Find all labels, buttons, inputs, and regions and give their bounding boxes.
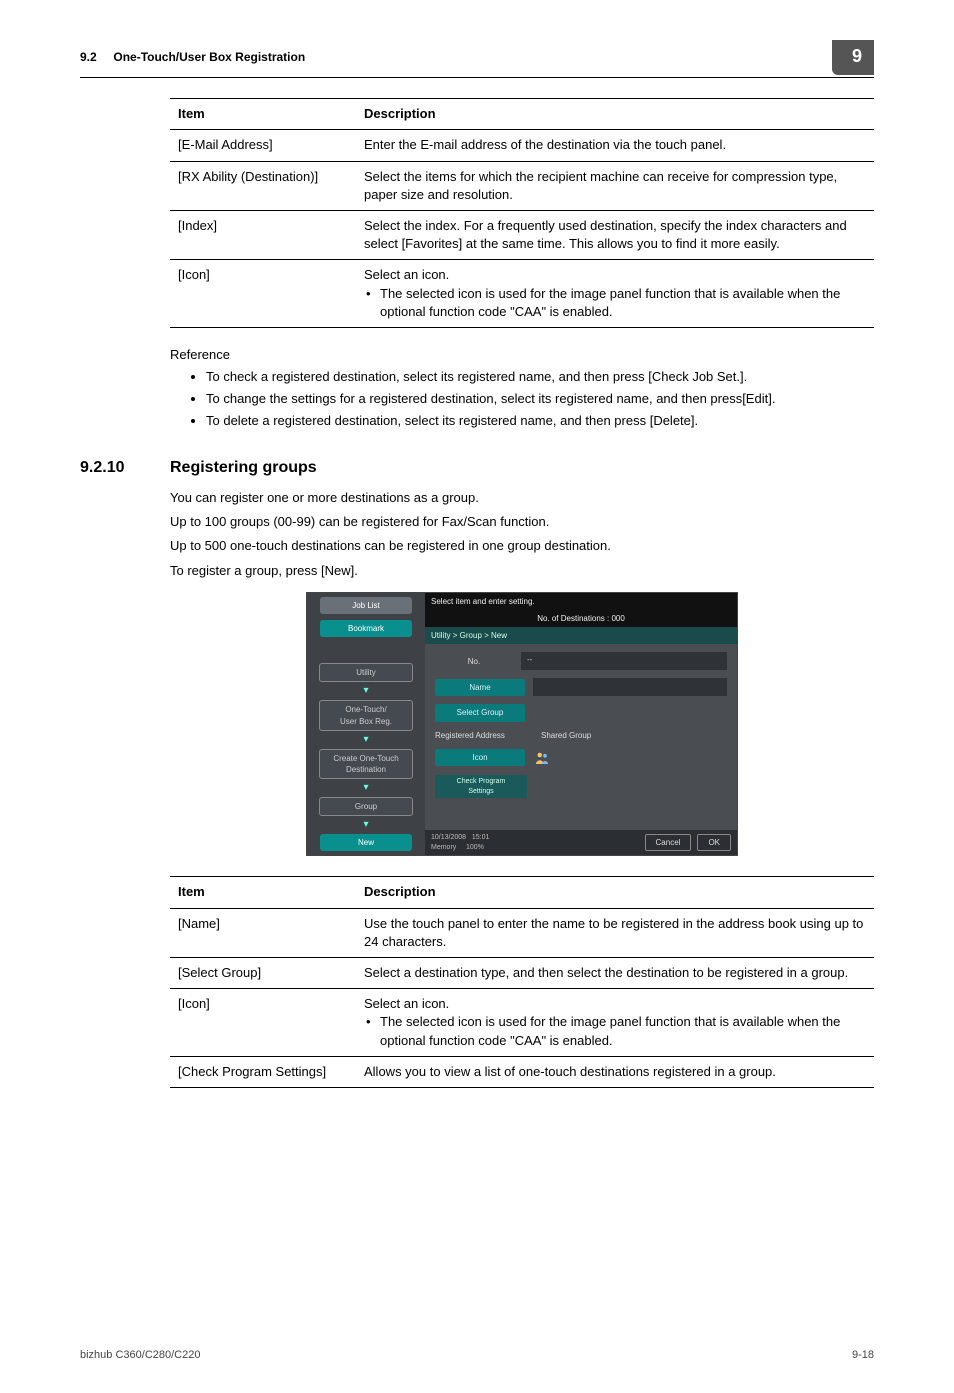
ok-button[interactable]: OK <box>697 834 731 851</box>
icon-button[interactable]: Icon <box>435 749 525 766</box>
check-program-settings-button[interactable]: Check Program Settings <box>435 775 527 799</box>
tab-new[interactable]: New <box>320 834 412 851</box>
section-heading: 9.2.10 Registering groups <box>80 457 874 479</box>
table-items-1: Item Description [E-Mail Address] Enter … <box>170 98 874 328</box>
para: Up to 500 one-touch destinations can be … <box>170 537 874 555</box>
table2-head-item: Item <box>170 877 356 908</box>
table2-head-desc: Description <box>356 877 874 908</box>
footer-page: 9-18 <box>852 1348 874 1363</box>
chevron-down-icon: ▾ <box>363 822 368 828</box>
cancel-button[interactable]: Cancel <box>645 834 692 851</box>
registered-address-label: Registered Address <box>435 730 533 741</box>
chapter-badge: 9 <box>832 40 874 75</box>
table-items-2: Item Description [Name] Use the touch pa… <box>170 876 874 1088</box>
table-row: [Check Program Settings] Allows you to v… <box>170 1056 874 1087</box>
cell-item: [Name] <box>170 908 356 957</box>
page-header: 9.2 One-Touch/User Box Registration 9 <box>80 40 874 78</box>
pane-instruction: Select item and enter setting. <box>425 593 737 610</box>
footer-info: 10/13/2008 15:01 Memory 100% <box>431 833 489 853</box>
list-item: To change the settings for a registered … <box>206 390 874 408</box>
section-title: Registering groups <box>170 457 317 479</box>
pane-dest-count: No. of Destinations : 000 <box>425 610 737 627</box>
cell-bullet: The selected icon is used for the image … <box>364 285 866 321</box>
cell-desc: Select an icon. The selected icon is use… <box>356 260 874 328</box>
field-no-label: No. <box>435 656 513 667</box>
field-name-value[interactable] <box>533 678 727 696</box>
cell-item: [Select Group] <box>170 958 356 989</box>
group-icon <box>533 749 551 767</box>
list-item: To check a registered destination, selec… <box>206 368 874 386</box>
table-row: [Name] Use the touch panel to enter the … <box>170 908 874 957</box>
table-row: [RX Ability (Destination)] Select the it… <box>170 161 874 210</box>
header-left: 9.2 One-Touch/User Box Registration <box>80 49 305 66</box>
field-no-value: -- <box>521 652 727 670</box>
cell-item: [Icon] <box>170 260 356 328</box>
sidebar: Job List Bookmark Utility ▾ One-Touch/ U… <box>307 593 425 856</box>
table1-head-desc: Description <box>356 99 874 130</box>
footer-model: bizhub C360/C280/C220 <box>80 1348 200 1363</box>
cell-item: [Index] <box>170 210 356 259</box>
cell-desc: Select a destination type, and then sele… <box>356 958 874 989</box>
main-pane: Select item and enter setting. No. of De… <box>425 593 737 856</box>
table-row: [E-Mail Address] Enter the E-mail addres… <box>170 130 874 161</box>
table-row: [Icon] Select an icon. The selected icon… <box>170 989 874 1057</box>
cell-item: [RX Ability (Destination)] <box>170 161 356 210</box>
select-group-button[interactable]: Select Group <box>435 704 525 721</box>
page-footer: bizhub C360/C280/C220 9-18 <box>80 1348 874 1363</box>
table-row: [Index] Select the index. For a frequent… <box>170 210 874 259</box>
para: Up to 100 groups (00-99) can be register… <box>170 513 874 531</box>
table-row: [Icon] Select an icon. The selected icon… <box>170 260 874 328</box>
cell-desc: Select the items for which the recipient… <box>356 161 874 210</box>
pane-footer: 10/13/2008 15:01 Memory 100% Cancel OK <box>425 830 737 856</box>
breadcrumb: Utility > Group > New <box>425 627 737 644</box>
tab-onetouch[interactable]: One-Touch/ User Box Reg. <box>319 700 413 730</box>
cell-desc: Select an icon. The selected icon is use… <box>356 989 874 1057</box>
tab-group[interactable]: Group <box>319 797 413 816</box>
cell-item: [Icon] <box>170 989 356 1057</box>
shared-group-label: Shared Group <box>541 730 591 741</box>
tab-bookmark[interactable]: Bookmark <box>320 620 412 637</box>
cell-desc: Select the index. For a frequently used … <box>356 210 874 259</box>
cell-item: [Check Program Settings] <box>170 1056 356 1087</box>
pane-body: No. -- Name Select Group Registered Addr… <box>425 644 737 830</box>
cell-desc: Use the touch panel to enter the name to… <box>356 908 874 957</box>
header-section-num: 9.2 <box>80 50 97 64</box>
table1-head-item: Item <box>170 99 356 130</box>
chevron-down-icon: ▾ <box>363 737 368 743</box>
chevron-down-icon: ▾ <box>363 688 368 694</box>
tab-create-onetouch[interactable]: Create One-Touch Destination <box>319 749 413 779</box>
reference-list: To check a registered destination, selec… <box>170 368 874 431</box>
para: You can register one or more destination… <box>170 489 874 507</box>
section-number: 9.2.10 <box>80 457 170 479</box>
name-button[interactable]: Name <box>435 679 525 696</box>
reference-label: Reference <box>170 346 874 364</box>
cell-bullet: The selected icon is used for the image … <box>364 1013 866 1049</box>
cell-desc: Allows you to view a list of one-touch d… <box>356 1056 874 1087</box>
device-screenshot: Job List Bookmark Utility ▾ One-Touch/ U… <box>306 592 738 857</box>
header-section-title: One-Touch/User Box Registration <box>113 50 305 64</box>
list-item: To delete a registered destination, sele… <box>206 412 874 430</box>
chevron-down-icon: ▾ <box>363 785 368 791</box>
para: To register a group, press [New]. <box>170 562 874 580</box>
tab-utility[interactable]: Utility <box>319 663 413 682</box>
table-row: [Select Group] Select a destination type… <box>170 958 874 989</box>
cell-desc: Enter the E-mail address of the destinat… <box>356 130 874 161</box>
tab-job-list[interactable]: Job List <box>320 597 412 614</box>
cell-item: [E-Mail Address] <box>170 130 356 161</box>
